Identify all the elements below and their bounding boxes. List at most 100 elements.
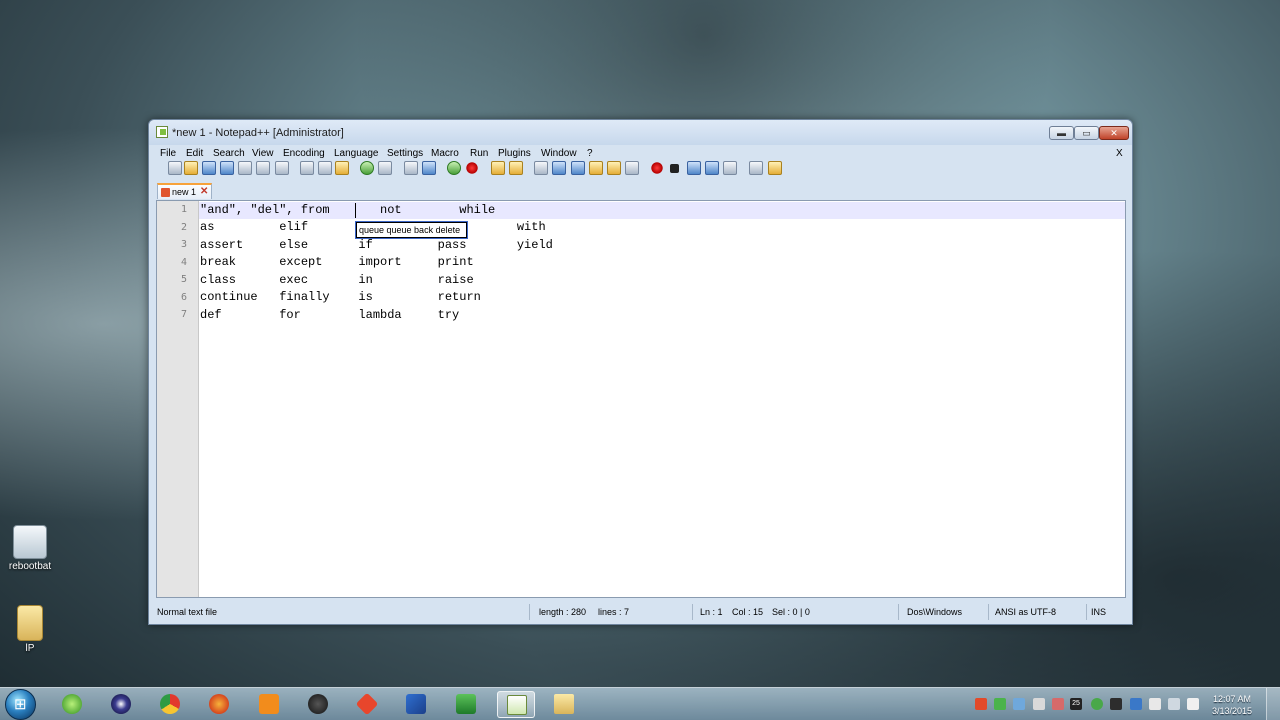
spell-check-icon[interactable] [749, 161, 763, 175]
taskbar-app-icon[interactable] [53, 691, 91, 718]
desktop-icon-label: lP [25, 643, 35, 654]
copy-icon[interactable] [318, 161, 332, 175]
play-macro-icon[interactable] [687, 161, 701, 175]
visual-studio-icon [406, 694, 426, 714]
word-wrap-icon[interactable] [534, 161, 548, 175]
sync-horizontal-icon[interactable] [509, 161, 523, 175]
show-all-chars-icon[interactable] [552, 161, 566, 175]
status-file-type: Normal text file [157, 607, 218, 617]
line-number: 5 [180, 274, 187, 285]
find-icon[interactable] [404, 161, 418, 175]
status-divider [1086, 604, 1087, 620]
start-button[interactable] [5, 689, 36, 720]
zoom-out-icon[interactable] [465, 161, 479, 175]
status-divider [692, 604, 693, 620]
taskbar-app-icon[interactable] [397, 691, 435, 718]
line-number: 6 [180, 292, 187, 303]
redo-icon[interactable] [378, 161, 392, 175]
close-file-icon[interactable] [238, 161, 252, 175]
save-macro-icon[interactable] [723, 161, 737, 175]
tab-bar: new 1 ✕ [154, 181, 1128, 199]
obs-icon [308, 694, 328, 714]
open-file-icon[interactable] [184, 161, 198, 175]
save-icon[interactable] [202, 161, 216, 175]
print-icon[interactable] [275, 161, 289, 175]
network-icon[interactable] [1168, 698, 1180, 710]
settings-gear-icon [259, 694, 279, 714]
eclipse-icon [111, 694, 131, 714]
maximize-button[interactable]: ▭ [1074, 126, 1099, 140]
notepad-plus-plus-window: *new 1 - Notepad++ [Administrator] ▬ ▭ ✕… [148, 119, 1133, 625]
show-desktop-button[interactable] [1266, 688, 1280, 720]
line-number: 1 [180, 204, 187, 215]
minimize-button[interactable]: ▬ [1049, 126, 1074, 140]
desktop-icon-label: rebootbat [8, 561, 52, 572]
taskbar-app-icon[interactable] [299, 691, 337, 718]
status-divider [898, 604, 899, 620]
status-ln: Ln : 1 [700, 607, 723, 617]
status-eol: Dos\Windows [907, 607, 963, 617]
plugin-icon[interactable] [768, 161, 782, 175]
sync-vertical-icon[interactable] [491, 161, 505, 175]
tray-app-icon[interactable] [975, 698, 987, 710]
zoom-in-icon[interactable] [447, 161, 461, 175]
save-all-icon[interactable] [220, 161, 234, 175]
title-bar[interactable]: *new 1 - Notepad++ [Administrator] ▬ ▭ ✕ [149, 120, 1132, 145]
code-line: "and", "del", from not while [200, 203, 496, 217]
action-center-icon[interactable] [1149, 698, 1161, 710]
status-divider [529, 604, 530, 620]
tray-app-icon[interactable] [1110, 698, 1122, 710]
doc-map-icon[interactable] [589, 161, 603, 175]
desktop-icon-rebootbat[interactable]: rebootbat [0, 525, 60, 572]
line-number: 2 [180, 222, 187, 233]
taskbar-app-icon[interactable] [348, 691, 386, 718]
line-number: 4 [180, 257, 187, 268]
line-number: 3 [180, 239, 187, 250]
replace-icon[interactable] [422, 161, 436, 175]
taskbar-app-icon[interactable] [250, 691, 288, 718]
taskbar-app-icon[interactable] [447, 691, 485, 718]
toolbar [154, 158, 1128, 180]
indent-guide-icon[interactable] [571, 161, 585, 175]
folder-as-workspace-icon[interactable] [625, 161, 639, 175]
system-clock[interactable]: 12:07 AM 3/13/2015 [1206, 693, 1258, 717]
function-list-icon[interactable] [607, 161, 621, 175]
taskbar-app-icon[interactable] [102, 691, 140, 718]
batch-file-icon [13, 525, 47, 559]
speaker-icon[interactable] [1052, 698, 1064, 710]
unsaved-file-icon [161, 188, 170, 197]
notepad-plus-plus-icon [507, 695, 527, 715]
taskbar-app-icon[interactable] [151, 691, 189, 718]
undo-icon[interactable] [360, 161, 374, 175]
tab-close-icon[interactable]: ✕ [200, 186, 208, 197]
close-all-icon[interactable] [256, 161, 270, 175]
line-number: 7 [180, 309, 187, 320]
tray-badge-icon[interactable]: 25 [1070, 698, 1082, 710]
tray-app-icon[interactable] [994, 698, 1006, 710]
tray-app-icon[interactable] [1013, 698, 1025, 710]
desktop-icon-folder[interactable]: lP [0, 605, 60, 654]
new-file-icon[interactable] [168, 161, 182, 175]
stop-macro-icon[interactable] [670, 164, 679, 173]
taskbar-app-icon[interactable] [545, 691, 583, 718]
tray-app-icon[interactable] [1091, 698, 1103, 710]
status-sel: Sel : 0 | 0 [772, 607, 810, 617]
autocomplete-tooltip[interactable]: queue queue back delete [355, 221, 468, 239]
play-multiple-macro-icon[interactable] [705, 161, 719, 175]
volume-icon[interactable] [1187, 698, 1199, 710]
editor-area[interactable]: 1 2 3 4 5 6 7 "and", "del", from not whi… [156, 200, 1126, 598]
tray-app-icon[interactable] [1033, 698, 1045, 710]
close-button[interactable]: ✕ [1099, 126, 1129, 140]
firefox-icon [209, 694, 229, 714]
paste-icon[interactable] [335, 161, 349, 175]
taskbar-app-icon[interactable] [200, 691, 238, 718]
file-explorer-icon [554, 694, 574, 714]
chrome-icon [160, 694, 180, 714]
cut-icon[interactable] [300, 161, 314, 175]
record-macro-icon[interactable] [650, 161, 664, 175]
code-text[interactable]: "and", "del", from not while as elif glo… [200, 201, 1125, 597]
tab-new-1[interactable]: new 1 ✕ [157, 183, 212, 199]
tray-app-icon[interactable] [1130, 698, 1142, 710]
code-line: class exec in raise [200, 273, 474, 287]
taskbar-app-notepad-plus-plus[interactable] [497, 691, 535, 718]
